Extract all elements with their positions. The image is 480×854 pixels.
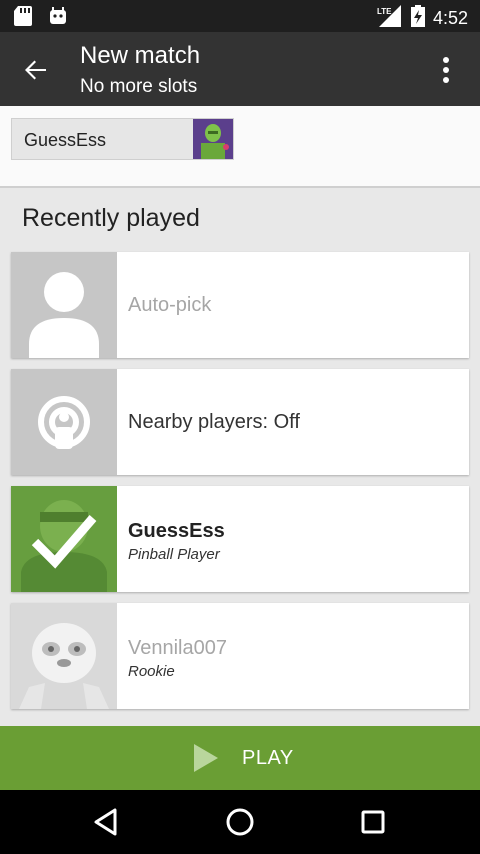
more-vert-icon (443, 57, 449, 83)
list-item-label: Vennila007 (128, 637, 227, 659)
list-item-label: Auto-pick (128, 294, 212, 316)
lte-signal-icon: LTE (377, 5, 403, 32)
list-item-auto-pick[interactable]: Auto-pick (11, 252, 469, 358)
section-title: Recently played (22, 204, 200, 232)
page-subtitle: No more slots (80, 76, 198, 97)
list-item-sublabel: Pinball Player (128, 546, 220, 563)
status-bar: LTE 4:52 (0, 0, 480, 32)
arrow-left-icon (25, 60, 46, 80)
nav-recents-button[interactable] (357, 806, 389, 838)
app-bar: New match No more slots (0, 32, 480, 106)
status-time: 4:52 (432, 8, 468, 28)
circle-home-icon (226, 808, 254, 836)
nav-back-button[interactable] (91, 806, 123, 838)
list-item-label: Nearby players: Off (128, 411, 300, 433)
battery-charging-icon (410, 5, 425, 32)
player-avatar-sloth (11, 603, 117, 709)
list-item-label: GuessEss (128, 520, 225, 542)
selected-player-avatar (193, 119, 233, 159)
overflow-menu-button[interactable] (428, 52, 464, 88)
square-recents-icon (361, 810, 385, 834)
play-icon (192, 744, 220, 777)
system-nav-bar (0, 790, 480, 854)
list-item-nearby-players[interactable]: Nearby players: Off (11, 369, 469, 475)
nearby-broadcast-icon (11, 369, 117, 475)
android-icon (48, 6, 68, 31)
selected-player-name: GuessEss (24, 130, 107, 150)
selected-slots-area: GuessEss (0, 106, 480, 188)
back-button[interactable] (20, 54, 52, 86)
selected-player-chip[interactable]: GuessEss (11, 118, 234, 160)
sd-card-icon (14, 6, 32, 31)
list-item-player-vennila007[interactable]: Vennila007 Rookie (11, 603, 469, 709)
list-item-sublabel: Rookie (128, 663, 175, 680)
person-icon (11, 252, 117, 358)
svg-text:LTE: LTE (377, 7, 392, 16)
page-title: New match (80, 42, 201, 69)
player-avatar-selected (11, 486, 117, 592)
play-button-label: PLAY (242, 747, 294, 769)
nav-home-button[interactable] (224, 806, 256, 838)
notification-icons (14, 6, 68, 31)
play-button[interactable]: PLAY (0, 726, 480, 790)
list-item-player-guessess[interactable]: GuessEss Pinball Player (11, 486, 469, 592)
triangle-back-icon (94, 808, 117, 836)
